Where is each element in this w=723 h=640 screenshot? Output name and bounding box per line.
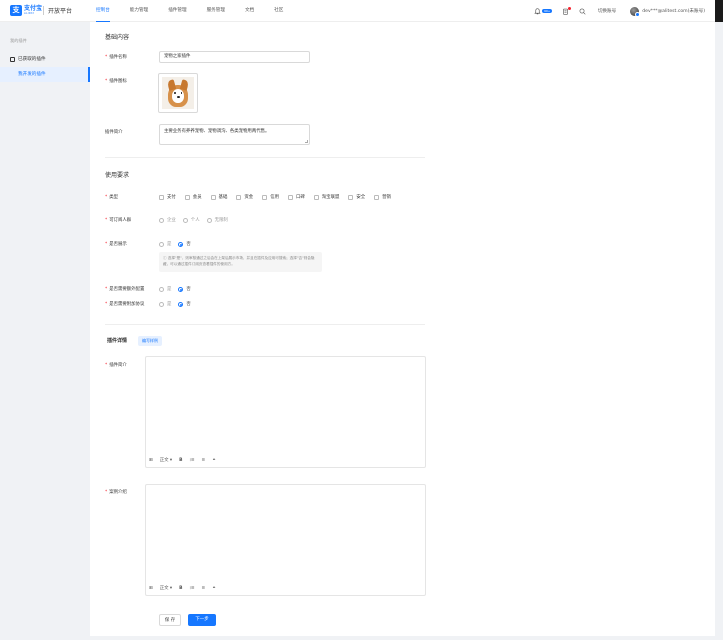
todo-dot [567,6,571,10]
label-subscriber: * 可订阅人群 [105,218,132,223]
bullet-list-icon[interactable]: ≡ [202,586,206,591]
radio-agreement-yes[interactable]: 是 [159,301,171,307]
sidebar-group-title: 我的插件 [10,38,27,43]
search-button[interactable] [579,8,586,15]
checkbox-credit[interactable]: 信用 [262,194,279,200]
radio-unlimited[interactable]: 无限制 [206,217,228,223]
divider [105,324,425,325]
user-email: dev***@alitest.com(未账号) [642,9,705,14]
checkbox-marketing[interactable]: 营销 [374,194,391,200]
avatar [630,6,641,17]
detail-intro-editor[interactable]: ⊞ 正文 ▾ B ⁝≡ ≡ ⚭ [145,356,426,468]
checkbox-security[interactable]: 安全 [348,194,365,200]
link-icon[interactable]: ⚭ [212,458,216,463]
label-display: * 是否展示 [105,242,127,247]
sidebar-item-label: 已获取的插件 [18,57,46,62]
message-button[interactable]: 99+ [534,7,552,15]
alipay-logo-icon[interactable]: 支 [10,5,22,16]
window-edge [715,0,723,22]
editor-toolbar: ⊞ 正文 ▾ B ⁝≡ ≡ ⚭ [149,585,223,592]
display-radio-group: 是 否 [159,241,198,247]
paragraph-select[interactable]: 正文 ▾ [160,585,172,592]
grid-icon [10,57,15,62]
nav-service[interactable]: 服务管理 [207,0,225,22]
main-content: 基础内容 * 插件名称 宠物之家插件 * 插件图标 插件简介 主要业务有养养宠物、宠… [90,22,715,636]
resize-handle[interactable] [305,140,308,143]
ordered-list-icon[interactable]: ⁝≡ [189,458,194,463]
section-basic-title: 基础内容 [105,34,130,41]
plugin-name-input[interactable]: 宠物之家插件 [159,51,310,63]
plugin-icon-upload[interactable] [158,73,198,113]
checkbox-member[interactable]: 会员 [184,194,202,200]
plugin-intro-text: 主要业务有养养宠物、宠物调沟、各类宠物用两代售。 [164,129,270,134]
radio-personal[interactable]: 个人 [182,217,200,223]
next-step-button[interactable]: 下一步 [188,614,216,626]
write-example-button[interactable]: 编写样例 [138,336,162,346]
header-right: 99+ 切换账号 dev***@alitest.com(未账号) [524,0,705,22]
nav-console[interactable]: 控制台 [96,0,110,22]
checkbox-pay[interactable]: 支付 [159,194,176,200]
bold-icon[interactable]: B [179,458,182,463]
radio-agreement-no[interactable]: 否 [178,301,191,307]
agreement-radio-group: 是 否 [159,301,198,307]
radio-display-yes[interactable]: 是 [159,241,171,247]
checkbox-taobao-union[interactable]: 淘宝联盟 [313,194,339,200]
platform-title: 开放平台 [48,8,73,15]
link-icon[interactable]: ⚭ [212,586,216,591]
top-header: 支 支付宝 ALIPAY 开放平台 控制台 能力管理 插件管理 服务管理 文档 … [0,0,715,22]
sidebar-item-developed[interactable]: 我开发的插件 [0,67,90,82]
nav-community[interactable]: 社区 [274,0,283,22]
label-detail-intro: * 插件简介 [105,363,127,368]
switch-account-link[interactable]: 切换账号 [598,8,616,14]
editor-toolbar: ⊞ 正文 ▾ B ⁝≡ ≡ ⚭ [149,457,223,464]
divider [105,157,425,158]
logo-divider [43,6,44,15]
sidebar-item-label: 我开发的插件 [18,72,46,77]
label-type: * 类型 [105,195,118,200]
label-plugin-intro: 插件简介 [105,130,123,135]
user-menu[interactable]: dev***@alitest.com(未账号) [630,6,705,17]
sidebar: 我的插件 已获取的插件 我开发的插件 [0,22,90,640]
paragraph-select[interactable]: 正文 ▾ [160,457,172,464]
label-extra-config: * 是否需要额外配置 [105,287,145,292]
section-detail-title: 插件详情 [107,338,128,344]
nav-capability[interactable]: 能力管理 [130,0,148,22]
bullet-list-icon[interactable]: ≡ [202,458,206,463]
label-agreement: * 是否需要附加协议 [105,302,145,307]
radio-config-yes[interactable]: 是 [159,286,171,292]
bold-icon[interactable]: B [179,586,182,591]
todo-button[interactable] [562,6,571,15]
plugin-icon-image [162,77,194,109]
sidebar-item-acquired[interactable]: 已获取的插件 [0,52,90,67]
save-button[interactable]: 保 存 [159,614,181,626]
label-plugin-name: * 插件名称 [105,55,127,60]
case-intro-editor[interactable]: ⊞ 正文 ▾ B ⁝≡ ≡ ⚭ [145,484,426,596]
image-icon[interactable]: ⊞ [149,586,153,591]
checkbox-basic[interactable]: 基础 [210,194,227,200]
logo-sub: ALIPAY [24,12,35,15]
plugin-intro-textarea[interactable]: 主要业务有养养宠物、宠物调沟、各类宠物用两代售。 [159,124,310,145]
top-nav: 控制台 能力管理 插件管理 服务管理 文档 社区 [96,0,303,22]
checkbox-koubei[interactable]: 口碑 [287,194,305,200]
message-badge: 99+ [542,9,552,13]
nav-plugin[interactable]: 插件管理 [168,0,186,22]
label-plugin-icon: * 插件图标 [105,79,127,84]
image-icon[interactable]: ⊞ [149,458,153,463]
ordered-list-icon[interactable]: ⁝≡ [189,586,194,591]
config-radio-group: 是 否 [159,286,198,292]
checkbox-fund[interactable]: 资金 [236,194,253,200]
section-usage-title: 使用要求 [105,172,130,179]
logo-name: 支付宝 [24,5,43,12]
label-case-intro: * 案例介绍 [105,490,127,495]
radio-display-no[interactable]: 否 [178,241,191,247]
subscriber-radio-group: 企业 个人 无限制 [159,217,235,223]
nav-docs[interactable]: 文档 [245,0,254,22]
search-icon [579,8,586,15]
display-help-note: ⓘ 选择"是"，则审核通过之后会在上架后展示市场，并且在插件及应用可搜索；选择"… [159,252,322,272]
plugin-icon [10,72,15,77]
radio-enterprise[interactable]: 企业 [159,217,176,223]
radio-config-no[interactable]: 否 [178,286,191,292]
bell-icon [534,7,542,14]
type-checkbox-group: 支付 会员 基础 资金 信用 口碑 淘宝联盟 安全 营销 [159,194,400,200]
